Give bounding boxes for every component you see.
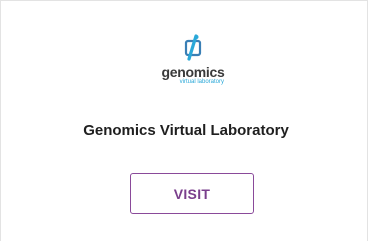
logo-wordmark: genomics xyxy=(161,64,225,80)
app-card: genomics virtual laboratory Genomics Vir… xyxy=(0,0,368,241)
gvl-logo-icon xyxy=(184,34,202,61)
logo-subtitle: virtual laboratory xyxy=(179,79,224,85)
visit-button[interactable]: VISIT xyxy=(130,173,254,214)
app-title: Genomics Virtual Laboratory xyxy=(83,122,289,139)
gvl-logo: genomics virtual laboratory xyxy=(158,28,228,92)
